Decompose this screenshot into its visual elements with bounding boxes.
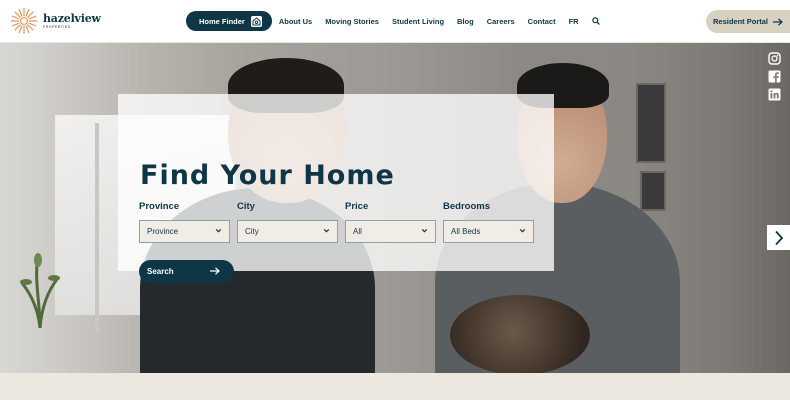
search-icon[interactable] (591, 17, 600, 25)
content-strip (0, 373, 790, 400)
linkedin-icon[interactable] (768, 88, 781, 101)
chevron-down-icon (421, 228, 428, 233)
sun-logo-icon (11, 8, 37, 34)
city-label: City (237, 201, 255, 212)
carousel-next-button[interactable] (767, 225, 790, 250)
arrow-right-icon (210, 267, 220, 275)
brand-logo[interactable]: hazelview PROPERTIES (10, 7, 101, 35)
brand-tagline: PROPERTIES (43, 24, 71, 29)
home-finder-button[interactable]: Home Finder (186, 11, 272, 31)
search-button-label: Search (147, 267, 174, 276)
language-toggle[interactable]: FR (569, 17, 579, 26)
chevron-down-icon (215, 228, 222, 233)
nav-student-living[interactable]: Student Living (392, 17, 444, 26)
hero-title: Find Your Home (140, 160, 395, 191)
home-finder-label: Home Finder (199, 16, 245, 26)
home-search-icon (250, 15, 262, 27)
site-header: hazelview PROPERTIES Home Finder About U… (0, 0, 790, 43)
bedrooms-value: All Beds (451, 227, 481, 236)
province-value: Province (147, 227, 179, 236)
resident-portal-button[interactable]: Resident Portal (706, 10, 790, 33)
chevron-down-icon (323, 228, 330, 233)
main-nav: Home Finder About Us Moving Stories Stud… (186, 11, 600, 31)
chevron-down-icon (519, 228, 526, 233)
price-label: Price (345, 201, 369, 212)
city-value: City (245, 227, 259, 236)
nav-blog[interactable]: Blog (457, 17, 474, 26)
search-button[interactable]: Search (139, 260, 234, 283)
nav-about-us[interactable]: About Us (279, 17, 312, 26)
bedrooms-select[interactable]: All Beds (443, 220, 534, 243)
nav-careers[interactable]: Careers (487, 17, 515, 26)
price-value: All (353, 227, 362, 236)
page: hazelview PROPERTIES Home Finder About U… (0, 0, 790, 400)
nav-moving-stories[interactable]: Moving Stories (325, 17, 379, 26)
province-select[interactable]: Province (139, 220, 230, 243)
province-label: Province (139, 201, 180, 212)
bedrooms-label: Bedrooms (443, 201, 490, 212)
chevron-right-icon (774, 230, 783, 245)
nav-contact[interactable]: Contact (528, 17, 556, 26)
brand-name: hazelview (43, 11, 101, 25)
facebook-icon[interactable] (768, 70, 781, 83)
social-links (768, 52, 781, 101)
resident-portal-label: Resident Portal (713, 17, 769, 26)
city-select[interactable]: City (237, 220, 338, 243)
arrow-right-icon (773, 17, 783, 26)
instagram-icon[interactable] (768, 52, 781, 65)
price-select[interactable]: All (345, 220, 436, 243)
